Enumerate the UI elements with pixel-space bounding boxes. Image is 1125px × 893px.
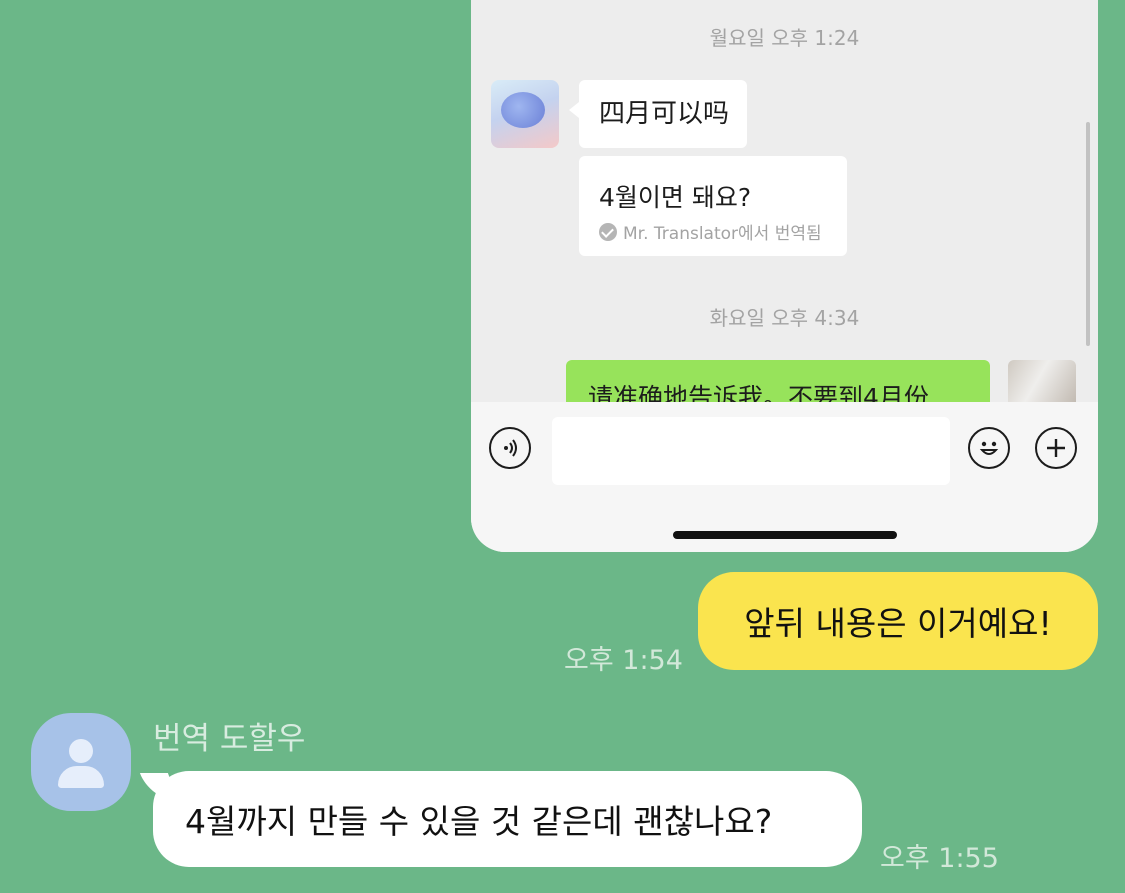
my-message-bubble[interactable]: 앞뒤 내용은 이거예요! — [698, 572, 1098, 670]
translated-text: 4월이면 돼요? — [599, 183, 752, 212]
message-input[interactable] — [552, 417, 950, 485]
friend-avatar[interactable] — [31, 713, 131, 811]
input-bar — [471, 402, 1098, 552]
emoji-button[interactable] — [968, 427, 1010, 469]
timestamp-monday: 월요일 오후 1:24 — [709, 26, 860, 50]
person-icon — [69, 739, 93, 763]
translated-message-bubble: 4월이면 돼요? Mr. Translator에서 번역됨 — [579, 156, 847, 256]
voice-button[interactable] — [489, 427, 531, 469]
friend-message-time: 오후 1:55 — [880, 843, 999, 874]
shared-screenshot[interactable]: 월요일 오후 1:24 四月可以吗 4월이면 돼요? Mr. Translato… — [471, 0, 1098, 552]
smiley-icon — [979, 441, 999, 455]
home-indicator — [673, 531, 897, 539]
plus-icon — [1047, 439, 1065, 457]
sender-avatar — [491, 80, 559, 148]
voice-icon — [504, 439, 517, 457]
friend-message-bubble[interactable]: 4월까지 만들 수 있을 것 같은데 괜찮나요? — [153, 771, 862, 867]
friend-name: 번역 도할우 — [153, 721, 306, 757]
chinese-message-bubble: 四月可以吗 — [569, 80, 747, 148]
scrollbar[interactable] — [1086, 122, 1090, 346]
check-icon — [599, 222, 617, 241]
timestamp-tuesday: 화요일 오후 4:34 — [709, 306, 860, 330]
translator-credit-text: Mr. Translator에서 번역됨 — [623, 224, 822, 244]
add-button[interactable] — [1035, 427, 1077, 469]
translator-credit: Mr. Translator에서 번역됨 — [599, 219, 822, 244]
my-message-time: 오후 1:54 — [564, 645, 683, 676]
